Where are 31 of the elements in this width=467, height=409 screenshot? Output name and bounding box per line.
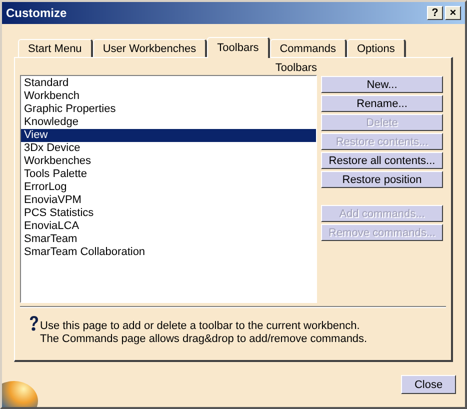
list-heading: Toolbars (275, 61, 317, 75)
list-item[interactable]: EnoviaLCA (21, 220, 316, 233)
tab[interactable]: Toolbars (207, 37, 270, 58)
list-item[interactable]: Workbenches (21, 155, 316, 168)
window-title: Customize (6, 6, 67, 20)
action-button[interactable]: New... (321, 76, 443, 93)
list-item[interactable]: Tools Palette (21, 168, 316, 181)
list-item[interactable]: ErrorLog (21, 181, 316, 194)
action-button[interactable]: Rename... (321, 95, 443, 112)
list-item[interactable]: 3Dx Device (21, 142, 316, 155)
list-item[interactable]: Standard (21, 77, 316, 90)
list-item[interactable]: EnoviaVPM (21, 194, 316, 207)
action-button[interactable]: Restore position (321, 171, 443, 188)
list-item[interactable]: PCS Statistics (21, 207, 316, 220)
close-button[interactable]: Close (401, 375, 456, 394)
list-item[interactable]: SmarTeam Collaboration (21, 246, 316, 259)
tab[interactable]: Start Menu (18, 39, 93, 57)
list-item[interactable]: SmarTeam (21, 233, 316, 246)
list-item[interactable]: Knowledge (21, 116, 316, 129)
tab[interactable]: User Workbenches (92, 39, 208, 57)
help-icon (29, 316, 39, 332)
list-item[interactable]: Workbench (21, 90, 316, 103)
title-bar-button[interactable]: × (445, 6, 461, 20)
tab[interactable]: Commands (270, 39, 347, 57)
list-item[interactable]: View (21, 129, 316, 142)
help-text: The Commands page allows drag&drop to add/remove commands. (40, 333, 368, 346)
list-item[interactable]: Graphic Properties (21, 103, 316, 116)
title-bar-button[interactable]: ? (427, 6, 443, 20)
tab[interactable]: Options (346, 39, 406, 57)
action-button[interactable]: Restore all contents... (321, 152, 443, 169)
help-text: Use this page to add or delete a toolbar to the current workbench. (40, 320, 361, 333)
